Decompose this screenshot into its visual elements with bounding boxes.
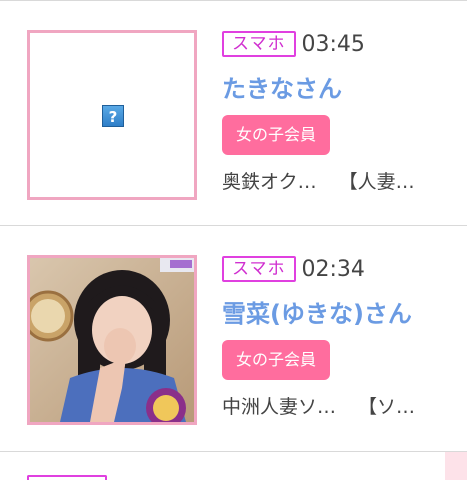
member-badge: 女の子会員 <box>222 115 331 155</box>
shop-category: 【人妻… <box>338 171 415 193</box>
profile-photo <box>30 258 194 422</box>
list-divider <box>0 451 467 452</box>
list-item[interactable]: スマホ 02:34 雪菜(ゆきな)さん 女の子会員 中洲人妻ソ… 【ソ… <box>0 226 467 451</box>
entry-meta: スマホ 02:34 雪菜(ゆきな)さん 女の子会員 中洲人妻ソ… 【ソ… <box>222 256 462 419</box>
post-time: 03:45 <box>301 31 365 57</box>
girl-name-link[interactable]: 雪菜(ゆきな)さん <box>222 294 462 329</box>
device-badge: スマホ <box>222 256 296 282</box>
device-badge <box>27 475 107 480</box>
post-time: 02:34 <box>301 256 365 282</box>
thumbnail[interactable] <box>445 452 467 480</box>
shop-info: 奥鉄オク… 【人妻… <box>222 167 462 194</box>
thumbnail[interactable] <box>27 255 197 425</box>
device-badge: スマホ <box>222 31 296 57</box>
list-item[interactable]: ? スマホ 03:45 たきなさん 女の子会員 奥鉄オク… 【人妻… <box>0 1 467 226</box>
missing-image-icon: ? <box>102 105 124 127</box>
entry-meta: スマホ 03:45 たきなさん 女の子会員 奥鉄オク… 【人妻… <box>222 31 462 194</box>
diary-list: ? スマホ 03:45 たきなさん 女の子会員 奥鉄オク… 【人妻… スマホ 0… <box>0 0 467 480</box>
thumbnail[interactable]: ? <box>27 30 197 200</box>
shop-category: 【ソ… <box>358 396 416 418</box>
shop-name[interactable]: 奥鉄オク… <box>222 171 317 193</box>
member-badge: 女の子会員 <box>222 340 331 380</box>
girl-name-link[interactable]: たきなさん <box>222 69 462 104</box>
shop-name[interactable]: 中洲人妻ソ… <box>222 396 336 418</box>
shop-info: 中洲人妻ソ… 【ソ… <box>222 392 462 419</box>
